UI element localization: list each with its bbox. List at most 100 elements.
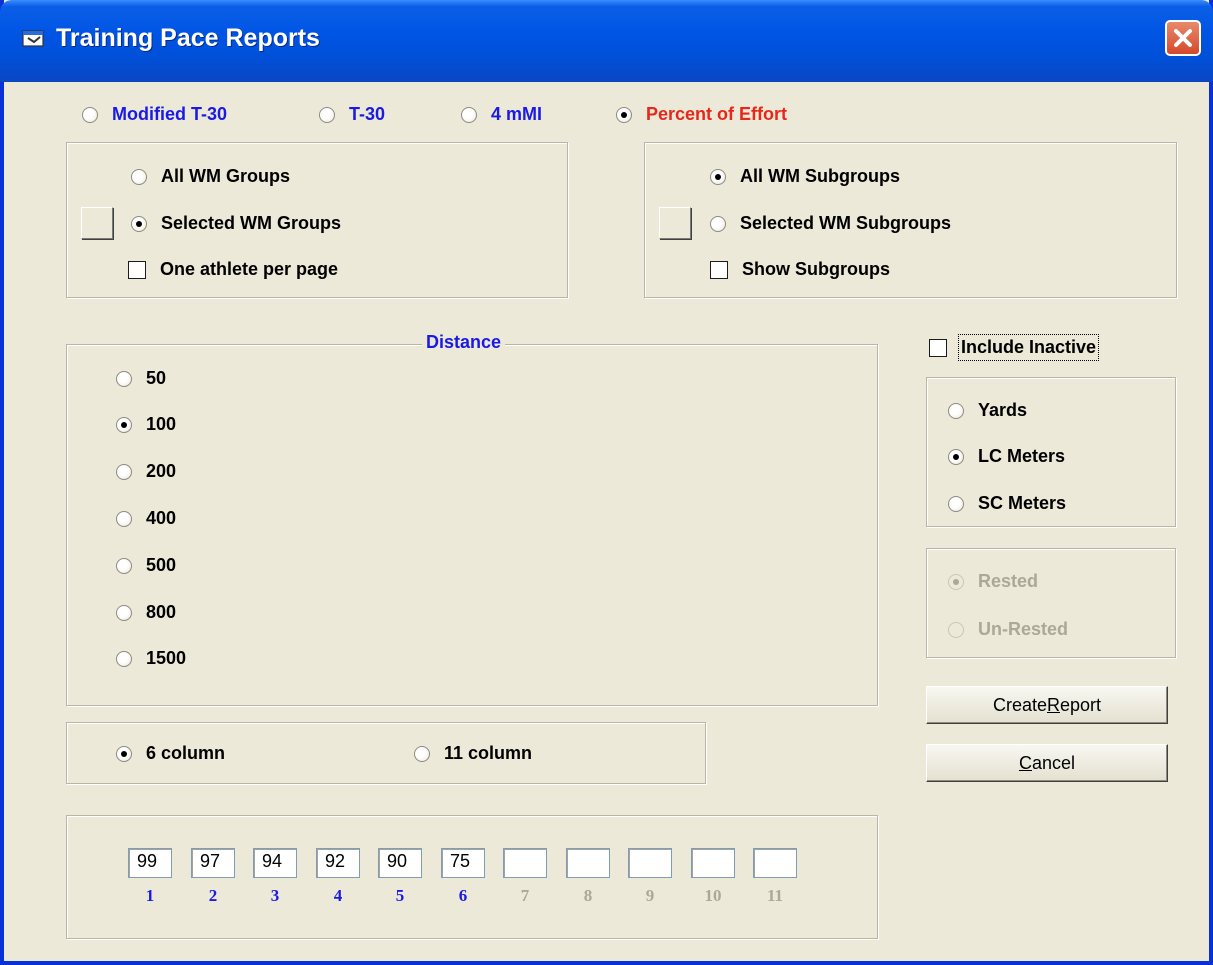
effort-input-3[interactable]: 94 bbox=[253, 848, 297, 878]
column-number-4: 4 bbox=[333, 886, 343, 905]
button-label-post: ancel bbox=[1031, 752, 1076, 773]
button-label-pre: Create bbox=[992, 694, 1047, 715]
radio-label: SC Meters bbox=[978, 493, 1067, 513]
radio-sc-meters[interactable]: SC Meters bbox=[948, 493, 1066, 514]
effort-input-7[interactable] bbox=[503, 848, 547, 878]
radio-button[interactable] bbox=[116, 370, 132, 387]
radio-distance-800[interactable]: 800 bbox=[116, 602, 176, 623]
radio-button[interactable] bbox=[82, 106, 98, 123]
radio-label: 4 mMI bbox=[491, 104, 543, 124]
effort-input-1[interactable]: 99 bbox=[128, 848, 172, 878]
cancel-button[interactable]: Cancel bbox=[926, 744, 1168, 782]
radio-distance-1500[interactable]: 1500 bbox=[116, 648, 186, 669]
radio-label: T-30 bbox=[349, 104, 386, 124]
radio-button[interactable] bbox=[948, 448, 964, 465]
radio-selected-wm-groups[interactable]: Selected WM Groups bbox=[131, 213, 341, 234]
radio-button[interactable] bbox=[116, 604, 132, 621]
app-window-icon bbox=[22, 30, 44, 47]
radio-button[interactable] bbox=[710, 168, 726, 185]
radio-label: 11 column bbox=[444, 743, 533, 763]
effort-input-9[interactable] bbox=[628, 848, 672, 878]
radio-label: All WM Subgroups bbox=[740, 166, 900, 186]
radio-distance-200[interactable]: 200 bbox=[116, 461, 176, 482]
radio-button[interactable] bbox=[131, 168, 147, 185]
window-title: Training Pace Reports bbox=[56, 24, 320, 52]
radio-distance-50[interactable]: 50 bbox=[116, 368, 166, 389]
column-number-8: 8 bbox=[583, 886, 593, 905]
radio-label: LC Meters bbox=[978, 446, 1066, 466]
radio-11-column[interactable]: 11 column bbox=[414, 743, 532, 764]
radio-label: 1500 bbox=[146, 648, 187, 668]
radio-percent-of-effort[interactable]: Percent of Effort bbox=[616, 104, 787, 125]
radio-button[interactable] bbox=[116, 650, 132, 667]
radio-lc-meters[interactable]: LC Meters bbox=[948, 446, 1065, 467]
effort-input-10[interactable] bbox=[691, 848, 735, 878]
checkbox-label: One athlete per page bbox=[160, 259, 339, 279]
radio-label: Modified T-30 bbox=[112, 104, 228, 124]
radio-button[interactable] bbox=[948, 495, 964, 512]
radio-label: Percent of Effort bbox=[646, 104, 788, 124]
column-number-7: 7 bbox=[520, 886, 530, 905]
radio-rested: Rested bbox=[948, 571, 1038, 592]
radio-distance-100[interactable]: 100 bbox=[116, 414, 176, 435]
column-number-2: 2 bbox=[208, 886, 218, 905]
checkbox[interactable] bbox=[128, 260, 146, 279]
radio-label: 400 bbox=[146, 508, 177, 528]
column-number-11: 11 bbox=[766, 886, 784, 905]
column-number-9: 9 bbox=[645, 886, 655, 905]
radio-label: Selected WM Subgroups bbox=[740, 213, 952, 233]
button-label-post: eport bbox=[1060, 694, 1102, 715]
checkbox-include-inactive[interactable]: Include Inactive bbox=[929, 334, 1100, 361]
radio-button bbox=[948, 573, 964, 590]
radio-t30[interactable]: T-30 bbox=[319, 104, 385, 125]
radio-all-wm-groups[interactable]: All WM Groups bbox=[131, 166, 290, 187]
column-number-1: 1 bbox=[145, 886, 155, 905]
close-icon bbox=[1174, 29, 1192, 47]
radio-button[interactable] bbox=[461, 106, 477, 123]
close-button[interactable] bbox=[1165, 20, 1201, 56]
radio-distance-400[interactable]: 400 bbox=[116, 508, 176, 529]
radio-label: Un-Rested bbox=[978, 619, 1069, 639]
checkbox[interactable] bbox=[929, 338, 947, 357]
select-groups-button[interactable] bbox=[81, 207, 113, 239]
column-number-6: 6 bbox=[458, 886, 468, 905]
radio-button[interactable] bbox=[948, 402, 964, 419]
radio-4mmi[interactable]: 4 mMI bbox=[461, 104, 542, 125]
radio-button[interactable] bbox=[116, 416, 132, 433]
radio-button[interactable] bbox=[710, 215, 726, 232]
radio-modified-t30[interactable]: Modified T-30 bbox=[82, 104, 227, 125]
create-report-button[interactable]: Create Report bbox=[926, 686, 1168, 724]
radio-un-rested: Un-Rested bbox=[948, 619, 1068, 640]
effort-input-8[interactable] bbox=[566, 848, 610, 878]
radio-label: All WM Groups bbox=[161, 166, 290, 186]
radio-button[interactable] bbox=[116, 745, 132, 762]
radio-label: Yards bbox=[978, 400, 1028, 420]
radio-6-column[interactable]: 6 column bbox=[116, 743, 225, 764]
radio-selected-wm-subgroups[interactable]: Selected WM Subgroups bbox=[710, 213, 951, 234]
checkbox-one-athlete-per-page[interactable]: One athlete per page bbox=[128, 259, 338, 280]
radio-button[interactable] bbox=[616, 106, 632, 123]
select-subgroups-button[interactable] bbox=[659, 207, 691, 239]
effort-input-6[interactable]: 75 bbox=[441, 848, 485, 878]
effort-input-11[interactable] bbox=[753, 848, 797, 878]
effort-input-2[interactable]: 97 bbox=[191, 848, 235, 878]
rest-panel bbox=[926, 548, 1176, 658]
radio-distance-500[interactable]: 500 bbox=[116, 555, 176, 576]
radio-all-wm-subgroups[interactable]: All WM Subgroups bbox=[710, 166, 900, 187]
radio-button[interactable] bbox=[116, 510, 132, 527]
checkbox[interactable] bbox=[710, 260, 728, 279]
checkbox-show-subgroups[interactable]: Show Subgroups bbox=[710, 259, 890, 280]
effort-input-5[interactable]: 90 bbox=[378, 848, 422, 878]
radio-button[interactable] bbox=[319, 106, 335, 123]
radio-yards[interactable]: Yards bbox=[948, 400, 1027, 421]
checkbox-label: Include Inactive bbox=[957, 334, 1100, 361]
radio-label: 6 column bbox=[146, 743, 226, 763]
effort-input-4[interactable]: 92 bbox=[316, 848, 360, 878]
radio-button[interactable] bbox=[414, 745, 430, 762]
radio-button[interactable] bbox=[116, 557, 132, 574]
button-label-accel: R bbox=[1047, 694, 1060, 715]
radio-button bbox=[948, 621, 964, 638]
radio-button[interactable] bbox=[116, 463, 132, 480]
radio-label: 100 bbox=[146, 414, 177, 434]
radio-button[interactable] bbox=[131, 215, 147, 232]
